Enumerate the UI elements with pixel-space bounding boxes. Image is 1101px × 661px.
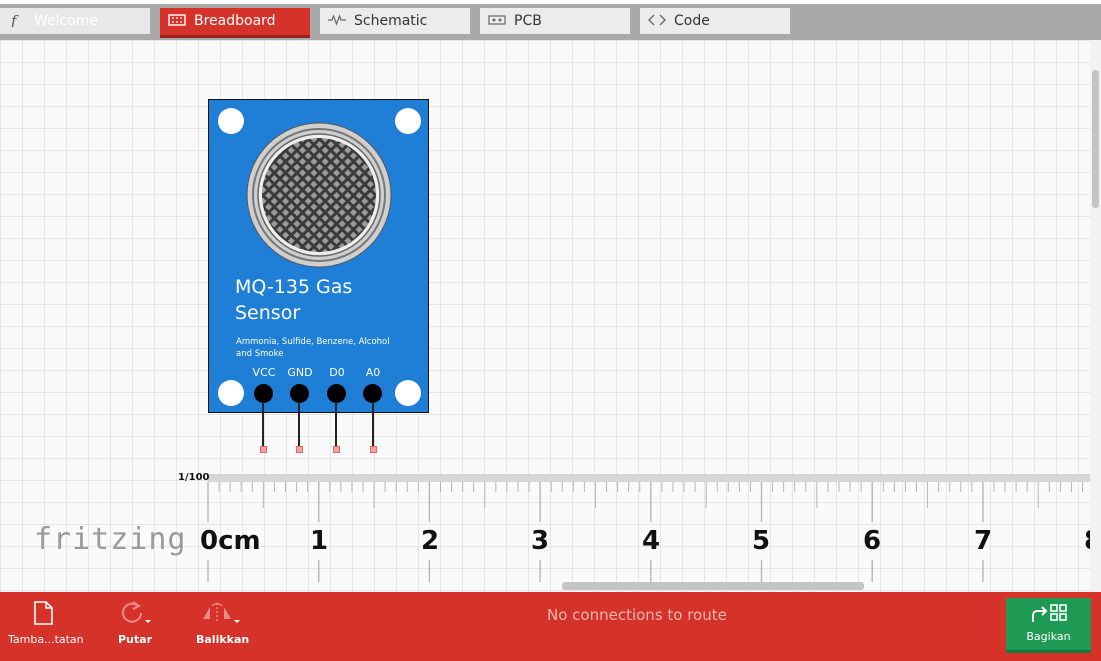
ruler-label-6: 6 — [863, 526, 882, 556]
pin-label-a0: A0 — [365, 366, 381, 379]
pin-end-d0[interactable] — [333, 446, 340, 453]
top-strip — [0, 0, 1101, 4]
pin-leg-vcc — [262, 402, 264, 447]
vertical-scroll-thumb[interactable] — [1092, 70, 1099, 208]
tab-code[interactable]: Code — [640, 8, 790, 34]
bottom-toolbar: Tamba...tatan Putar Balikkan No connecti… — [0, 592, 1101, 661]
flip-button[interactable]: Balikkan — [196, 600, 250, 646]
fritzing-logo: fritzing — [34, 522, 187, 557]
mounting-hole — [395, 108, 421, 134]
tab-schematic[interactable]: Schematic — [320, 8, 470, 34]
rotate-label: Putar — [118, 633, 152, 646]
mounting-hole — [218, 380, 244, 406]
pin-gnd[interactable] — [290, 384, 309, 403]
ruler-label-5: 5 — [752, 526, 771, 556]
svg-text:f: f — [10, 13, 19, 27]
share-label: Bagikan — [1026, 630, 1071, 643]
ruler-label-3: 3 — [531, 526, 550, 556]
tab-pcb-label: PCB — [514, 13, 542, 29]
tab-pcb[interactable]: PCB — [480, 8, 630, 34]
mq135-sensor-part[interactable]: MQ-135 Gas Sensor Ammonia, Sulfide, Benz… — [208, 99, 429, 413]
tab-schematic-label: Schematic — [354, 13, 428, 29]
gas-sensor-mesh-icon — [246, 122, 392, 268]
tab-breadboard-label: Breadboard — [194, 13, 276, 29]
pin-a0[interactable] — [363, 384, 382, 403]
sensor-subtitle: Ammonia, Sulfide, Benzene, Alcohol and S… — [236, 336, 411, 360]
ruler-label-4: 4 — [642, 526, 661, 556]
mounting-hole — [218, 108, 244, 134]
add-note-label: Tamba...tatan — [8, 633, 84, 646]
tab-welcome[interactable]: f Welcome — [0, 8, 150, 34]
ruler-label-1: 1 — [310, 526, 329, 556]
breadboard-icon — [168, 14, 186, 26]
pin-label-d0: D0 — [329, 366, 345, 379]
rotate-button[interactable]: Putar — [112, 600, 158, 646]
routing-status: No connections to route — [547, 606, 727, 624]
pin-end-gnd[interactable] — [296, 446, 303, 453]
vertical-scrollbar[interactable] — [1090, 40, 1101, 593]
pin-d0[interactable] — [327, 384, 346, 403]
rotate-icon — [122, 601, 151, 623]
pin-label-vcc: VCC — [252, 366, 276, 379]
flip-label: Balikkan — [196, 633, 250, 646]
pin-leg-a0 — [372, 402, 374, 447]
sensor-subtitle-line1: Ammonia, Sulfide, Benzene, Alcohol — [236, 337, 390, 347]
add-note-button[interactable]: Tamba...tatan — [8, 600, 84, 646]
tab-welcome-label: Welcome — [34, 13, 99, 29]
sensor-title: MQ-135 Gas Sensor — [235, 274, 415, 326]
pin-leg-gnd — [298, 402, 300, 447]
pin-label-gnd: GND — [287, 366, 313, 379]
ruler-label-7: 7 — [974, 526, 993, 556]
flip-icon — [203, 602, 240, 623]
tab-bar: f Welcome Breadboard Schematic PCB Code — [0, 0, 1101, 40]
fritzing-f-icon: f — [10, 13, 19, 27]
code-icon — [648, 14, 666, 26]
tab-breadboard[interactable]: Breadboard — [160, 8, 310, 38]
share-button[interactable]: Bagikan — [1006, 598, 1091, 653]
pcb-icon — [488, 15, 506, 25]
sensor-title-line1: MQ-135 Gas — [235, 276, 353, 298]
ruler-label-8: 8 — [1084, 526, 1090, 556]
sensor-subtitle-line2: and Smoke — [236, 349, 284, 359]
tab-code-label: Code — [674, 13, 710, 29]
share-icon — [1031, 604, 1067, 622]
pin-vcc[interactable] — [254, 384, 273, 403]
ruler-label-0: 0cm — [200, 526, 261, 556]
note-icon — [34, 601, 53, 625]
horizontal-scroll-thumb[interactable] — [562, 582, 864, 590]
mounting-hole — [395, 380, 421, 406]
sensor-title-line2: Sensor — [235, 302, 301, 324]
ruler-scale: 1/100 — [178, 472, 210, 483]
pin-leg-d0 — [335, 402, 337, 447]
pin-end-vcc[interactable] — [260, 446, 267, 453]
pin-end-a0[interactable] — [370, 446, 377, 453]
ruler-label-2: 2 — [421, 526, 440, 556]
resistor-icon — [328, 14, 346, 26]
